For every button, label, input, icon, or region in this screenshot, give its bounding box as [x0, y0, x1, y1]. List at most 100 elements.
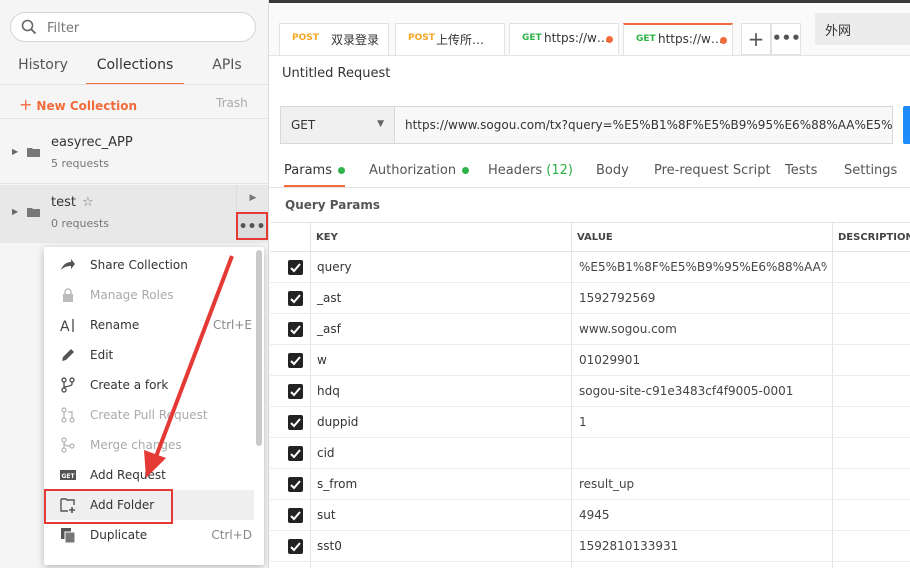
row-checkbox[interactable]: [288, 446, 303, 461]
param-key[interactable]: _ast: [317, 291, 341, 305]
collection-count: 0 requests: [51, 217, 110, 230]
search-box[interactable]: [10, 12, 256, 42]
duplicate-icon: [61, 528, 76, 543]
search-input[interactable]: [45, 18, 249, 38]
tab-apis[interactable]: APIs: [200, 57, 254, 83]
request-tab[interactable]: POST 上传所…: [395, 23, 505, 55]
request-tab[interactable]: POST 双录登录: [279, 23, 389, 55]
request-tab-active[interactable]: GET https://w…: [623, 23, 733, 55]
param-key[interactable]: sut: [317, 508, 336, 522]
tab-headers[interactable]: Headers (12): [488, 163, 573, 185]
active-dot-icon: [337, 167, 345, 174]
collection-item-test[interactable]: ▶ test ☆ 0 requests: [0, 185, 268, 243]
param-key[interactable]: hdq: [317, 384, 340, 398]
unsaved-dot-icon: [606, 36, 613, 43]
unsaved-dot-icon: [720, 37, 727, 44]
add-folder-highlight: [44, 489, 173, 524]
tab-body[interactable]: Body: [596, 163, 629, 185]
row-checkbox[interactable]: [288, 260, 303, 275]
column-header-value: VALUE: [571, 222, 832, 252]
method-label: GET: [636, 34, 656, 44]
request-title[interactable]: Untitled Request: [282, 66, 390, 81]
caret-right-icon[interactable]: ▶: [12, 207, 18, 216]
checkmark-icon: [290, 356, 301, 366]
param-key[interactable]: _asf: [317, 322, 341, 336]
row-checkbox[interactable]: [288, 384, 303, 399]
share-icon: [61, 259, 75, 270]
method-label: GET: [522, 33, 542, 43]
send-button[interactable]: [903, 106, 910, 144]
tab-collections[interactable]: Collections: [86, 57, 184, 85]
row-checkbox[interactable]: [288, 539, 303, 554]
param-value[interactable]: www.sogou.com: [579, 322, 827, 336]
divider: [0, 118, 268, 119]
request-tab-bar: POST 双录登录 POST 上传所… GET https://w… GET h…: [269, 3, 910, 56]
dropdown-caret-icon: ▼: [377, 119, 384, 129]
active-dot-icon: [462, 167, 470, 174]
row-checkbox[interactable]: [288, 322, 303, 337]
new-collection-label: New Collection: [36, 99, 138, 113]
tab-title: 双录登录: [331, 33, 380, 47]
param-key[interactable]: w: [317, 353, 327, 367]
column-header-checkbox: [270, 222, 310, 252]
trash-button[interactable]: Trash: [216, 96, 248, 110]
param-value[interactable]: 1: [579, 415, 827, 429]
tab-options-button[interactable]: •••: [771, 23, 801, 55]
method-label: POST: [408, 33, 435, 43]
folder-icon: [27, 148, 40, 157]
table-row: sut 4945: [270, 500, 910, 531]
table-row: hdq sogou-site-c91e3483cf4f9005-0001: [270, 376, 910, 407]
param-key[interactable]: s_from: [317, 477, 357, 491]
rename-icon: A: [60, 319, 74, 333]
param-value[interactable]: sogou-site-c91e3483cf4f9005-0001: [579, 384, 827, 398]
param-value[interactable]: 1592810133931: [579, 539, 827, 553]
caret-right-icon[interactable]: ▶: [12, 147, 18, 156]
new-collection-button[interactable]: + New Collection: [19, 95, 137, 114]
menu-scrollbar[interactable]: [256, 250, 262, 446]
collection-count: 5 requests: [51, 157, 110, 170]
environment-select[interactable]: 外网: [815, 13, 910, 45]
expand-arrow-icon[interactable]: ▶: [236, 185, 269, 211]
star-icon[interactable]: ☆: [82, 195, 94, 210]
tab-title: 上传所…: [436, 33, 485, 47]
checkmark-icon: [290, 449, 301, 459]
row-checkbox[interactable]: [288, 415, 303, 430]
param-key[interactable]: cid: [317, 446, 335, 460]
param-key[interactable]: sst0: [317, 539, 342, 553]
row-checkbox[interactable]: [288, 508, 303, 523]
param-value[interactable]: 4945: [579, 508, 827, 522]
url-input[interactable]: https://www.sogou.com/tx?query=%E5%B1%8F…: [395, 106, 893, 144]
tab-settings[interactable]: Settings: [844, 163, 897, 185]
new-tab-button[interactable]: +: [741, 23, 771, 55]
request-tab[interactable]: GET https://w…: [509, 23, 619, 55]
collection-more-button[interactable]: •••: [236, 212, 268, 240]
tab-authorization[interactable]: Authorization: [369, 163, 470, 185]
checkmark-icon: [290, 294, 301, 304]
param-key[interactable]: duppid: [317, 415, 358, 429]
tab-label: Headers: [488, 163, 543, 178]
search-icon: [21, 19, 37, 35]
plus-icon: +: [19, 95, 33, 114]
param-key[interactable]: query: [317, 260, 352, 274]
param-value[interactable]: %E5%B1%8F%E5%B9%95%E6%88%AA%E5%9B%BE: [579, 260, 827, 274]
tab-tests[interactable]: Tests: [785, 163, 817, 185]
tab-params[interactable]: Params: [284, 163, 345, 187]
tab-history[interactable]: History: [10, 57, 76, 83]
row-checkbox[interactable]: [288, 477, 303, 492]
query-params-label: Query Params: [285, 198, 381, 212]
get-request-icon: GET: [60, 470, 76, 480]
menu-item-duplicate[interactable]: Duplicate Ctrl+D: [44, 520, 254, 550]
method-select[interactable]: GET ▼: [280, 106, 395, 144]
tab-pre-request-script[interactable]: Pre-request Script: [654, 163, 771, 185]
param-value[interactable]: 1592792569: [579, 291, 827, 305]
row-checkbox[interactable]: [288, 353, 303, 368]
param-value[interactable]: 01029901: [579, 353, 827, 367]
collection-item-easyrec-app[interactable]: ▶ easyrec_APP 5 requests: [0, 125, 268, 183]
row-checkbox[interactable]: [288, 291, 303, 306]
table-row: _asf www.sogou.com: [270, 314, 910, 345]
menu-item-shortcut: Ctrl+D: [211, 528, 252, 542]
param-value[interactable]: result_up: [579, 477, 827, 491]
tab-title: https://w…: [658, 32, 723, 46]
table-row: duppid 1: [270, 407, 910, 438]
svg-text:GET: GET: [62, 473, 76, 480]
